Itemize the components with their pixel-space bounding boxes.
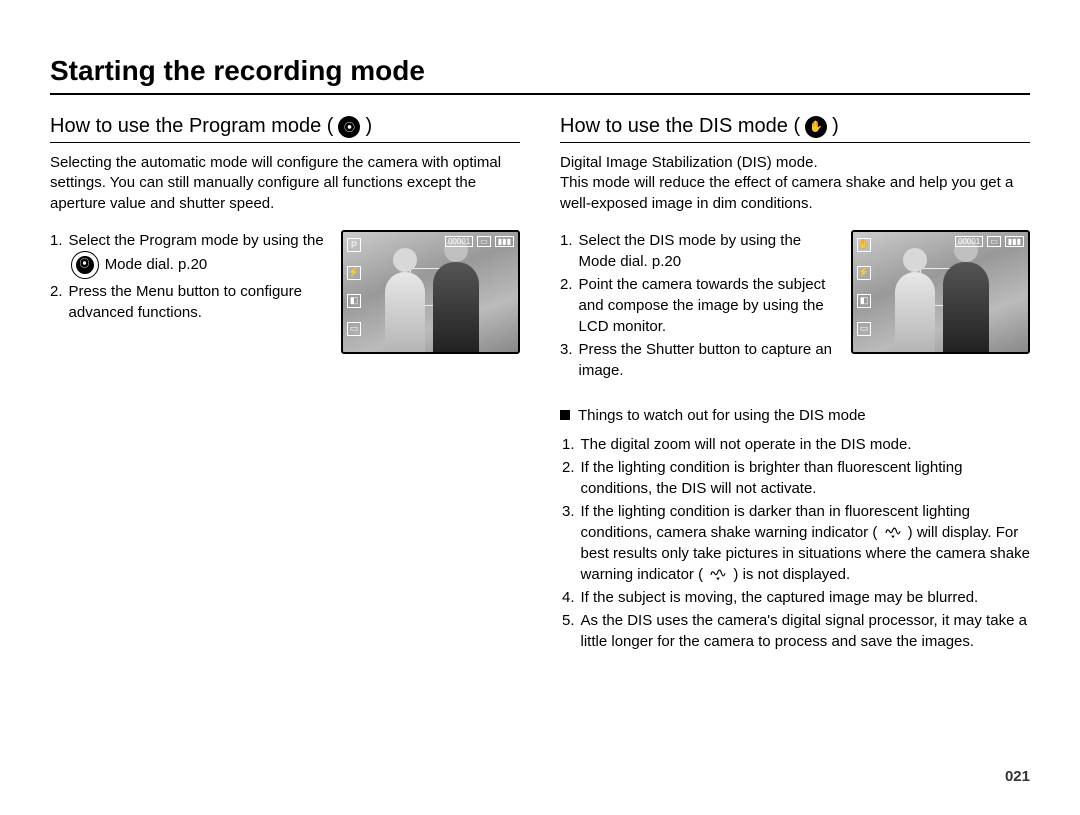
lcd-preview-program: P ⚡ ◧ ▭ 00001 ▭ ▮▮▮	[341, 230, 520, 354]
photo-subject	[385, 272, 425, 352]
program-step: 1. Select the Program mode by using the …	[50, 230, 329, 279]
dis-step: 3. Press the Shutter button to capture a…	[560, 339, 839, 381]
photo-subject	[943, 262, 989, 352]
page-title: Starting the recording mode	[50, 55, 1030, 95]
watch-item-text: If the subject is moving, the captured i…	[581, 587, 1030, 608]
watch-item: 5. As the DIS uses the camera's digital …	[562, 610, 1030, 652]
watch-item: 4. If the subject is moving, the capture…	[562, 587, 1030, 608]
step-text: Point the camera towards the subject and…	[579, 274, 839, 337]
watch-item-number: 2.	[562, 457, 575, 499]
program-steps: 1. Select the Program mode by using the …	[50, 230, 329, 325]
lcd-counter-icon: 00001	[955, 236, 983, 247]
lcd-metering-icon: ◧	[857, 294, 871, 308]
dis-step: 1. Select the DIS mode by using the Mode…	[560, 230, 839, 272]
lcd-image-size-icon: ▭	[347, 322, 361, 336]
step-text: Select the DIS mode by using the Mode di…	[579, 230, 839, 272]
watch-item-text: If the lighting condition is brighter th…	[581, 457, 1030, 499]
lcd-flash-icon: ⚡	[857, 266, 871, 280]
watch-item-number: 5.	[562, 610, 575, 652]
watch-item-text: If the lighting condition is darker than…	[581, 501, 1030, 585]
lcd-left-icons: P ⚡ ◧ ▭	[347, 238, 361, 336]
program-mode-intro: Selecting the automatic mode will config…	[50, 153, 520, 214]
page-number: 021	[1005, 768, 1030, 785]
heading-text-pre: How to use the Program mode (	[50, 115, 333, 138]
camera-shake-warning-icon	[882, 526, 904, 540]
watch-item: 1. The digital zoom will not operate in …	[562, 434, 1030, 455]
program-step: 2. Press the Menu button to configure ad…	[50, 281, 329, 323]
lcd-mode-icon: P	[347, 238, 361, 252]
step-number: 1.	[560, 230, 573, 272]
camera-shake-warning-icon	[707, 568, 729, 582]
dis-mode-intro: Digital Image Stabilization (DIS) mode. …	[560, 153, 1030, 214]
watch-item-text: As the DIS uses the camera's digital sig…	[581, 610, 1030, 652]
square-bullet-icon	[560, 410, 570, 420]
step-number: 3.	[560, 339, 573, 381]
step-text: Press the Shutter button to capture an i…	[579, 339, 839, 381]
step-text: Select the Program mode by using the ⦿ M…	[69, 230, 329, 279]
program-mode-icon: ⦿	[71, 251, 99, 279]
left-column: How to use the Program mode ( ⦿ ) Select…	[50, 115, 520, 654]
dis-watch-list: 1. The digital zoom will not operate in …	[560, 434, 1030, 652]
watch-item-number: 1.	[562, 434, 575, 455]
step-text-pre: Select the Program mode by using the	[69, 232, 324, 249]
watch-item: 3. If the lighting condition is darker t…	[562, 501, 1030, 585]
lcd-image-size-icon: ▭	[857, 322, 871, 336]
heading-text-post: )	[365, 115, 372, 138]
lcd-top-right-icons: 00001 ▭ ▮▮▮	[955, 236, 1024, 247]
watch-heading-text: Things to watch out for using the DIS mo…	[578, 407, 866, 424]
step-number: 2.	[50, 281, 63, 323]
watch-item-number: 4.	[562, 587, 575, 608]
lcd-battery-icon: ▮▮▮	[495, 236, 514, 247]
heading-text-post: )	[832, 115, 839, 138]
two-column-layout: How to use the Program mode ( ⦿ ) Select…	[50, 115, 1030, 654]
watch-item: 2. If the lighting condition is brighter…	[562, 457, 1030, 499]
watch-item-post: ) is not displayed.	[733, 566, 850, 583]
program-mode-heading: How to use the Program mode ( ⦿ )	[50, 115, 520, 143]
lcd-metering-icon: ◧	[347, 294, 361, 308]
lcd-mode-icon: ✋	[857, 238, 871, 252]
lcd-preview-dis: ✋ ⚡ ◧ ▭ 00001 ▭ ▮▮▮	[851, 230, 1030, 354]
step-number: 1.	[50, 230, 63, 279]
lcd-card-icon: ▭	[477, 236, 491, 247]
lcd-card-icon: ▭	[987, 236, 1001, 247]
dis-steps-row: 1. Select the DIS mode by using the Mode…	[560, 230, 1030, 383]
right-column: How to use the DIS mode ( ✋ ) Digital Im…	[560, 115, 1030, 654]
dis-mode-icon: ✋	[805, 116, 827, 138]
program-mode-icon: ⦿	[338, 116, 360, 138]
lcd-battery-icon: ▮▮▮	[1005, 236, 1024, 247]
dis-mode-heading: How to use the DIS mode ( ✋ )	[560, 115, 1030, 143]
lcd-counter-icon: 00001	[445, 236, 473, 247]
lcd-top-right-icons: 00001 ▭ ▮▮▮	[445, 236, 514, 247]
step-number: 2.	[560, 274, 573, 337]
lcd-flash-icon: ⚡	[347, 266, 361, 280]
manual-page: Starting the recording mode How to use t…	[0, 0, 1080, 815]
heading-text-pre: How to use the DIS mode (	[560, 115, 800, 138]
lcd-left-icons: ✋ ⚡ ◧ ▭	[857, 238, 871, 336]
watch-item-text: The digital zoom will not operate in the…	[581, 434, 1030, 455]
mode-icon-glyph: ⦿	[76, 256, 94, 274]
photo-subject	[895, 272, 935, 352]
photo-subject	[433, 262, 479, 352]
program-steps-row: 1. Select the Program mode by using the …	[50, 230, 520, 354]
dis-step: 2. Point the camera towards the subject …	[560, 274, 839, 337]
step-text: Press the Menu button to configure advan…	[69, 281, 329, 323]
step-text-post: Mode dial. p.20	[105, 256, 208, 273]
dis-steps: 1. Select the DIS mode by using the Mode…	[560, 230, 839, 383]
watch-item-number: 3.	[562, 501, 575, 585]
dis-watch-heading: Things to watch out for using the DIS mo…	[560, 407, 1030, 424]
